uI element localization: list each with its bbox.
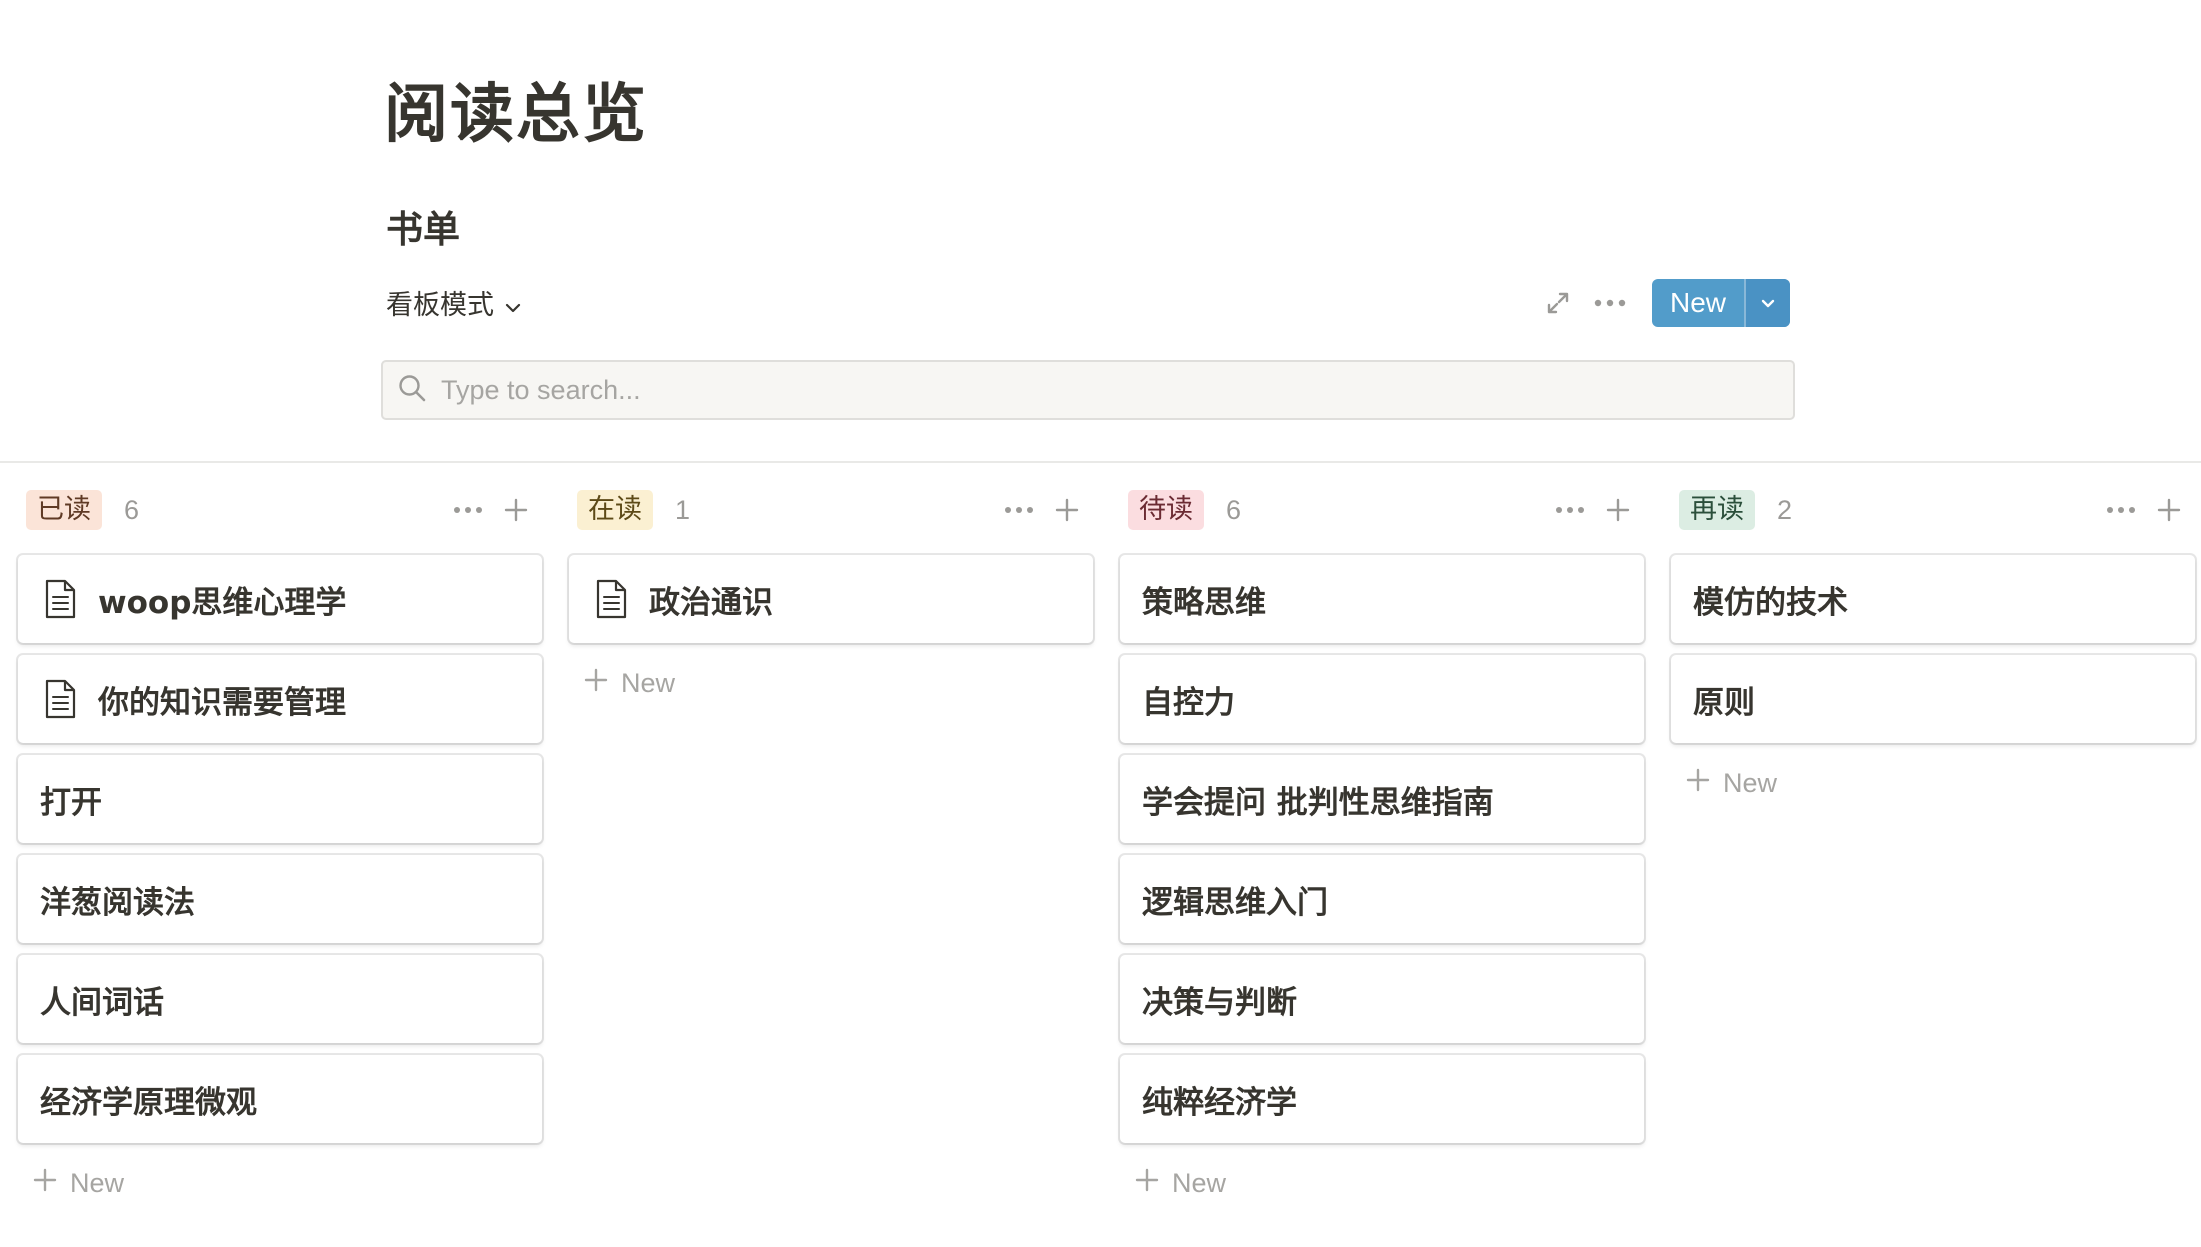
card-title: 自控力 [1142, 684, 1235, 721]
database-toolbar: New [1540, 278, 1790, 328]
board-card[interactable]: 政治通识 [569, 555, 1093, 643]
card-title: 学会提问 批判性思维指南 [1142, 784, 1494, 821]
board-card[interactable]: 模仿的技术 [1671, 555, 2195, 643]
card-title: 模仿的技术 [1693, 584, 1848, 621]
board-column: 待读 6 策略思维自控力学会提问 批判性思维指南 逻辑思维入门 决策与判断纯粹经济学 Ne… [1120, 485, 1644, 1198]
column-actions [1540, 492, 1636, 528]
new-button[interactable]: New [1652, 279, 1744, 327]
view-switcher[interactable]: 看板模式 [386, 282, 522, 322]
plus-icon[interactable] [1600, 492, 1636, 528]
column-actions [2091, 492, 2187, 528]
document-icon [40, 679, 80, 719]
plus-icon[interactable] [1049, 492, 1085, 528]
column-header: 在读 1 [569, 485, 1093, 535]
board-card[interactable]: woop思维心理学 [18, 555, 542, 643]
more-horizontal-icon[interactable] [450, 492, 486, 528]
expand-icon[interactable] [1540, 285, 1576, 321]
card-title: 你的知识需要管理 [98, 684, 346, 721]
card-title: woop思维心理学 [98, 584, 347, 621]
add-card-button[interactable]: New [1134, 1167, 1226, 1200]
card-title: 决策与判断 [1142, 984, 1297, 1021]
status-tag[interactable]: 再读 [1679, 490, 1755, 530]
document-icon [591, 579, 631, 619]
board-card[interactable]: 纯粹经济学 [1120, 1055, 1644, 1143]
board-card[interactable]: 经济学原理微观 [18, 1055, 542, 1143]
plus-icon [583, 667, 609, 700]
board-card[interactable]: 学会提问 批判性思维指南 [1120, 755, 1644, 843]
card-title: 经济学原理微观 [40, 1084, 257, 1121]
view-label: 看板模式 [386, 289, 494, 321]
add-card-button[interactable]: New [1685, 767, 1777, 800]
status-tag[interactable]: 已读 [26, 490, 102, 530]
card-title: 打开 [40, 784, 102, 821]
column-count: 6 [1226, 494, 1242, 525]
more-horizontal-icon[interactable] [1001, 492, 1037, 528]
column-actions [989, 492, 1085, 528]
plus-icon [32, 1167, 58, 1200]
card-title: 策略思维 [1142, 584, 1266, 621]
column-count: 2 [1777, 494, 1793, 525]
chevron-down-icon [504, 293, 522, 313]
add-card-label: New [1172, 1168, 1227, 1198]
new-dropdown-button[interactable] [1744, 279, 1790, 327]
search-input[interactable] [439, 373, 1743, 407]
board-card[interactable]: 原则 [1671, 655, 2195, 743]
card-title: 政治通识 [649, 584, 773, 621]
add-card-button[interactable]: New [32, 1167, 124, 1200]
more-horizontal-icon[interactable] [1592, 285, 1628, 321]
divider [0, 461, 2201, 463]
add-card-label: New [621, 668, 676, 698]
more-horizontal-icon[interactable] [2103, 492, 2139, 528]
board-card[interactable]: 逻辑思维入门 [1120, 855, 1644, 943]
board-card[interactable]: 策略思维 [1120, 555, 1644, 643]
search-icon [397, 373, 427, 407]
column-count: 6 [124, 494, 140, 525]
column-header: 再读 2 [1671, 485, 2195, 535]
new-button-group: New [1652, 279, 1790, 327]
database-title[interactable]: 书单 [386, 205, 460, 255]
document-icon [40, 579, 80, 619]
plus-icon[interactable] [498, 492, 534, 528]
card-title: 纯粹经济学 [1142, 1084, 1297, 1121]
board-column: 在读 1 政治通识 New [569, 485, 1093, 698]
status-tag[interactable]: 在读 [577, 490, 653, 530]
board-card[interactable]: 洋葱阅读法 [18, 855, 542, 943]
plus-icon [1685, 767, 1711, 800]
plus-icon[interactable] [2151, 492, 2187, 528]
more-horizontal-icon[interactable] [1552, 492, 1588, 528]
board-card[interactable]: 你的知识需要管理 [18, 655, 542, 743]
column-count: 1 [675, 494, 691, 525]
board-column: 已读 6 woop思维心理学 你的知识需要管理打开洋葱阅读法人间词话经济学原理微观 Ne… [18, 485, 542, 1198]
add-card-label: New [70, 1168, 125, 1198]
add-card-label: New [1723, 768, 1778, 798]
status-tag[interactable]: 待读 [1128, 490, 1204, 530]
board-card[interactable]: 决策与判断 [1120, 955, 1644, 1043]
card-title: 原则 [1693, 684, 1755, 721]
card-title: 洋葱阅读法 [40, 884, 195, 921]
board-card[interactable]: 打开 [18, 755, 542, 843]
column-actions [438, 492, 534, 528]
page-title: 阅读总览 [384, 78, 648, 152]
board-column: 再读 2 模仿的技术原则 New [1671, 485, 2195, 798]
search-box[interactable] [381, 360, 1795, 420]
plus-icon [1134, 1167, 1160, 1200]
card-title: 人间词话 [40, 984, 164, 1021]
board-card[interactable]: 自控力 [1120, 655, 1644, 743]
column-header: 待读 6 [1120, 485, 1644, 535]
column-header: 已读 6 [18, 485, 542, 535]
add-card-button[interactable]: New [583, 667, 675, 700]
chevron-down-icon [1761, 299, 1775, 308]
board-card[interactable]: 人间词话 [18, 955, 542, 1043]
card-title: 逻辑思维入门 [1142, 884, 1328, 921]
